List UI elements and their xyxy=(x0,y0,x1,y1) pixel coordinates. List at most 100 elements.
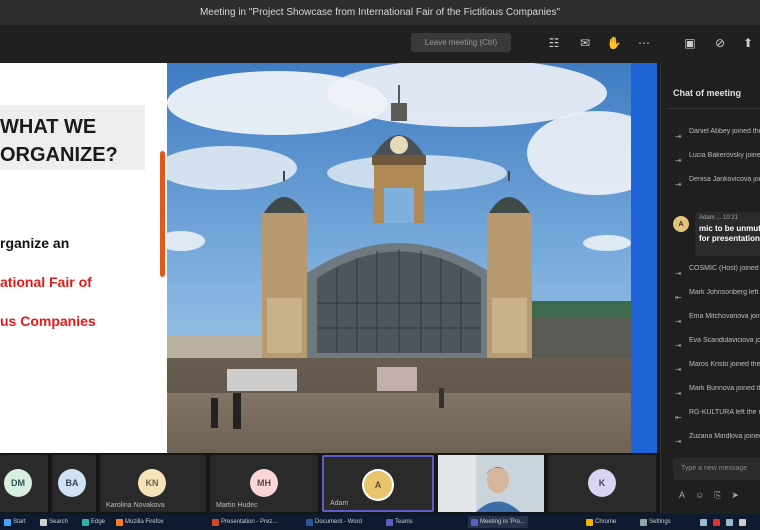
send-icon[interactable]: ➤ xyxy=(731,490,739,504)
join-icon: ⇥ xyxy=(675,341,682,350)
participant-avatar: K xyxy=(588,469,616,497)
taskbar-label: Presentation - Prez... xyxy=(221,519,278,525)
format-icon[interactable]: A xyxy=(679,490,685,504)
join-icon: ⇥ xyxy=(675,389,682,398)
taskbar-label: Chrome xyxy=(595,519,617,525)
participant-tile-active-speaker[interactable]: A Adam xyxy=(322,455,434,512)
join-icon: ⇥ xyxy=(675,365,682,374)
participant-avatar: MH xyxy=(250,469,278,497)
chat-event-text: Zuzana Mindlova joined the meeting. xyxy=(689,433,760,440)
taskbar-label: Start xyxy=(13,519,26,525)
powerpoint-icon xyxy=(212,518,219,526)
taskbar-teams[interactable]: Teams xyxy=(386,516,413,528)
participant-name: Karolina Novakova xyxy=(106,502,165,509)
windows-icon xyxy=(4,518,11,526)
taskbar-label: Mozilla Firefox xyxy=(125,519,164,525)
message-sender: Adam ... 10:21 xyxy=(699,215,739,221)
join-icon: ⇥ xyxy=(675,180,682,189)
blue-side-strip xyxy=(631,63,657,453)
participant-tile[interactable]: DM xyxy=(0,455,48,512)
chat-icon[interactable]: ✉ xyxy=(577,35,593,51)
chat-event: ⇥ Maros Kristo joined the meeting. xyxy=(675,361,760,381)
participant-video xyxy=(438,455,544,512)
search-icon xyxy=(40,518,47,526)
taskbar-search[interactable]: Search xyxy=(40,516,68,528)
camera-off-icon[interactable]: ▣ xyxy=(682,35,698,51)
chat-event-text: Eva Scandulaviciova joined the meeting. xyxy=(689,337,760,344)
chat-event-text: Lucia Bakerovsky joined the meeting. xyxy=(689,152,760,159)
taskbar-powerpoint[interactable]: Presentation - Prez... xyxy=(212,516,277,528)
attach-icon[interactable]: ⎘ xyxy=(714,490,721,504)
taskbar-settings[interactable]: Settings xyxy=(640,516,671,528)
taskbar-firefox[interactable]: Mozilla Firefox xyxy=(116,516,164,528)
join-icon: ⇥ xyxy=(675,132,682,141)
chat-event: ⇥ Ema Mitchovanova joined the meeting. xyxy=(675,313,760,333)
leave-meeting-label: Leave meeting (Ctrl) xyxy=(424,38,498,47)
chat-divider xyxy=(667,108,760,109)
chat-event-text: Mark Johnsonberg left the meeting. xyxy=(689,289,760,296)
taskbar-label: Search xyxy=(49,519,69,525)
taskbar-meeting-active[interactable]: Meeting in 'Pro... xyxy=(468,516,528,528)
system-tray[interactable] xyxy=(700,516,746,528)
join-icon: ⇥ xyxy=(675,156,682,165)
chat-event-text: Denisa Jankovicova joined the meeting. xyxy=(689,176,760,183)
taskbar-label: Document - Word xyxy=(315,519,362,525)
chat-tools: A ☺ ⎘ ➤ xyxy=(679,490,759,504)
battery-icon xyxy=(726,518,733,526)
participant-tile[interactable]: BA xyxy=(52,455,96,512)
teams-icon xyxy=(386,518,393,526)
chat-message-input[interactable]: Type a new message xyxy=(673,458,760,480)
chat-event: ⇥ Zuzana Mindlova joined the meeting. xyxy=(675,433,760,453)
people-icon[interactable]: ☷ xyxy=(546,35,562,51)
share-icon[interactable]: ⬆ xyxy=(740,35,756,51)
message-text: mic to be unmuted for presentation xyxy=(699,224,760,243)
participant-avatar: A xyxy=(364,471,392,499)
firefox-icon xyxy=(116,518,123,526)
participant-video-tile[interactable] xyxy=(438,455,544,512)
slide-heading: WHAT WE ORGANIZE? xyxy=(0,116,118,166)
taskbar-start[interactable]: Start xyxy=(4,516,26,528)
title-bar: Meeting in "Project Showcase from Intern… xyxy=(0,0,760,25)
participant-tile[interactable]: K xyxy=(548,455,656,512)
message-bubble: Adam ... 10:21 mic to be unmuted for pre… xyxy=(695,212,760,256)
chat-event: ⇥ Eva Scandulaviciova joined the meeting… xyxy=(675,337,760,357)
network-icon xyxy=(700,518,707,526)
accent-bar xyxy=(160,151,165,277)
mic-off-icon[interactable]: ⊘ xyxy=(712,35,728,51)
chat-event: ⇥ Denisa Jankovicova joined the meeting. xyxy=(675,176,760,196)
participant-avatar: BA xyxy=(58,469,86,497)
leave-icon: ⇤ xyxy=(675,293,682,302)
window-title: Meeting in "Project Showcase from Intern… xyxy=(199,7,561,18)
taskbar-label: Edge xyxy=(91,519,106,525)
chat-event-text: Daniel Abbey joined the meeting. xyxy=(689,128,760,135)
chat-event: ⇤ Mark Johnsonberg left the meeting. xyxy=(675,289,760,309)
participant-avatar: DM xyxy=(4,469,32,497)
participant-tile[interactable]: KN Karolina Novakova xyxy=(100,455,206,512)
slide-line-3: us Companies xyxy=(0,313,96,329)
leave-meeting-field[interactable]: Leave meeting (Ctrl) xyxy=(411,33,511,52)
taskbar-edge[interactable]: Edge xyxy=(82,516,105,528)
participant-tile[interactable]: MH Martin Hudec xyxy=(210,455,318,512)
sender-avatar: A xyxy=(673,216,689,232)
taskbar-chrome[interactable]: Chrome xyxy=(586,516,616,528)
chat-message[interactable]: A Adam ... 10:21 mic to be unmuted for p… xyxy=(673,208,760,258)
slide-line-2: ational Fair of xyxy=(0,274,92,290)
slide-line-1: rganize an xyxy=(0,235,70,251)
leave-icon: ⇤ xyxy=(675,413,682,422)
taskbar-label: Settings xyxy=(649,519,671,525)
chat-event-text: Maros Kristo joined the meeting. xyxy=(689,361,760,368)
chat-event: ⇤ RG-KULTURA left the meeting. xyxy=(675,409,760,429)
emoji-icon[interactable]: ☺ xyxy=(695,490,704,504)
more-icon[interactable]: ⋯ xyxy=(636,35,652,51)
shared-slide: WHAT WE ORGANIZE? rganize an ational Fai… xyxy=(0,63,631,453)
taskbar-word[interactable]: Document - Word xyxy=(306,516,362,528)
participant-avatar: KN xyxy=(138,469,166,497)
exhibition-palace-photo xyxy=(167,63,631,453)
taskbar-label: Meeting in 'Pro... xyxy=(480,519,525,525)
participant-name: Adam xyxy=(330,500,349,507)
meeting-toolbar: Leave meeting (Ctrl) ☷ ✉ ✋ ⋯ ▣ ⊘ ⬆ xyxy=(0,25,760,63)
chat-event: ⇥ COSMIC (Host) joined the meeting. xyxy=(675,265,760,285)
raise-hand-icon[interactable]: ✋ xyxy=(606,35,622,51)
os-taskbar: Start Search Edge Mozilla Firefox Presen… xyxy=(0,514,760,530)
chat-event-text: COSMIC (Host) joined the meeting. xyxy=(689,265,760,272)
